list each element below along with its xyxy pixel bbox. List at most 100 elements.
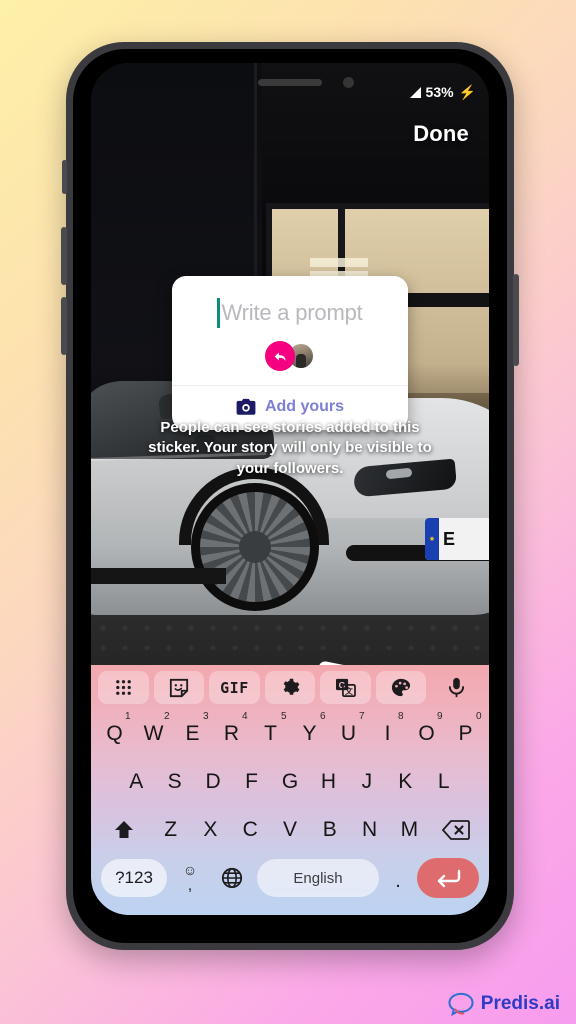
microphone-icon[interactable] [431, 671, 482, 704]
key-number: 5 [280, 711, 287, 722]
enter-key[interactable] [417, 858, 479, 898]
key-label: E [185, 722, 200, 745]
key-v[interactable]: V [270, 808, 310, 852]
key-c[interactable]: C [230, 808, 270, 852]
key-r[interactable]: 4R [212, 711, 251, 756]
prompt-row: Write a prompt [182, 298, 398, 328]
key-number: 6 [319, 711, 326, 722]
eu-band: ★ [424, 518, 439, 560]
key-b[interactable]: B [310, 808, 350, 852]
theme-palette-icon[interactable] [375, 671, 427, 704]
key-j[interactable]: J [348, 760, 386, 804]
keyboard-key-rows: 1Q 2W 3E 4R 5T 6Y 7U 8I 9O 0P A S D F G … [91, 706, 489, 854]
key-p[interactable]: 0P [446, 711, 485, 756]
key-label: I [384, 722, 391, 745]
plate-text: E [442, 528, 455, 549]
enter-icon [437, 869, 461, 888]
mute-switch[interactable] [62, 160, 67, 194]
backspace-icon[interactable] [429, 808, 483, 852]
done-button[interactable]: Done [413, 121, 469, 147]
key-label: N [362, 818, 378, 841]
camera-icon [236, 398, 256, 415]
key-number: 4 [241, 711, 248, 722]
phone-screen: ★ E 53% ⚡ Done Write a prompt Add yours … [91, 63, 489, 915]
volume-up-button[interactable] [61, 227, 67, 285]
wheel-hub [238, 531, 271, 563]
key-s[interactable]: S [155, 760, 193, 804]
key-label: L [437, 770, 450, 793]
key-m[interactable]: M [390, 808, 430, 852]
key-y[interactable]: 6Y [290, 711, 329, 756]
key-label: G [281, 770, 299, 793]
on-screen-keyboard: GIF G 文 1 Q 2 W 3 E 4 R 5 T 6 Y 7 U 8 I … [91, 665, 489, 915]
key-h[interactable]: H [309, 760, 347, 804]
keyboard-row-3: Z X C V B N M [95, 806, 485, 854]
key-label: M [400, 818, 419, 841]
period-key[interactable]: . [385, 859, 411, 897]
prompt-placeholder: Write a prompt [221, 300, 363, 325]
front-camera-icon [343, 77, 354, 88]
status-bar: 53% ⚡ [396, 81, 489, 103]
key-label: Z [164, 818, 178, 841]
key-x[interactable]: X [191, 808, 231, 852]
key-f[interactable]: F [232, 760, 270, 804]
key-label: C [242, 818, 258, 841]
sticker-hint-text: People can see stories added to this sti… [148, 419, 432, 477]
symbols-key[interactable]: ?123 [101, 859, 167, 897]
settings-gear-icon[interactable] [264, 671, 316, 704]
key-label: X [203, 818, 218, 841]
gif-icon[interactable]: GIF [209, 671, 260, 704]
watermark-label: Predis.ai [480, 993, 560, 1014]
key-label: U [340, 722, 357, 745]
key-label: B [322, 818, 337, 841]
key-d[interactable]: D [194, 760, 232, 804]
key-number: 1 [124, 711, 131, 722]
key-w[interactable]: 2W [134, 711, 173, 756]
front-wheel [190, 483, 319, 611]
key-label: R [223, 722, 240, 745]
apps-grid-icon[interactable] [98, 671, 149, 704]
period-key-label: . [395, 870, 401, 892]
shift-icon[interactable] [97, 808, 151, 852]
key-label: V [283, 818, 298, 841]
prompt-input-area[interactable]: Write a prompt [172, 276, 408, 385]
key-t[interactable]: 5T [251, 711, 290, 756]
add-yours-sticker-card[interactable]: Write a prompt Add yours [172, 276, 408, 430]
key-k[interactable]: K [386, 760, 424, 804]
sticker-icon[interactable] [153, 671, 205, 704]
key-n[interactable]: N [350, 808, 390, 852]
key-number: 8 [397, 711, 404, 722]
emoji-icon: ☺ [182, 862, 198, 878]
key-label: Y [302, 722, 317, 745]
gif-label: GIF [220, 678, 249, 697]
key-l[interactable]: L [425, 760, 463, 804]
key-q[interactable]: 1Q [95, 711, 134, 756]
key-g[interactable]: G [271, 760, 309, 804]
keyboard-row-1: 1Q 2W 3E 4R 5T 6Y 7U 8I 9O 0P [95, 710, 485, 758]
key-i[interactable]: 8I [368, 711, 407, 756]
space-key-label: English [293, 869, 343, 887]
key-o[interactable]: 9O [407, 711, 446, 756]
key-number: 2 [163, 711, 170, 722]
space-key[interactable]: English [257, 859, 379, 897]
key-label: P [458, 722, 473, 745]
speech-bubble-logo [448, 992, 474, 1016]
translate-icon[interactable]: G 文 [320, 671, 371, 704]
avatars-group [182, 341, 398, 371]
key-z[interactable]: Z [151, 808, 191, 852]
key-label: J [361, 770, 373, 793]
emoji-comma-key[interactable]: ☺ , [173, 859, 207, 897]
svg-text:文: 文 [345, 686, 353, 696]
globe-icon[interactable] [213, 859, 251, 897]
battery-percent-label: 53% [425, 84, 454, 100]
comma-label: , [187, 877, 193, 894]
volume-down-button[interactable] [61, 297, 67, 355]
key-number: 7 [358, 711, 365, 722]
key-e[interactable]: 3E [173, 711, 212, 756]
predis-watermark: Predis.ai [448, 992, 560, 1016]
key-label: H [320, 770, 337, 793]
key-u[interactable]: 7U [329, 711, 368, 756]
power-button[interactable] [513, 274, 519, 366]
symbols-key-label: ?123 [115, 868, 153, 887]
key-a[interactable]: A [117, 760, 155, 804]
